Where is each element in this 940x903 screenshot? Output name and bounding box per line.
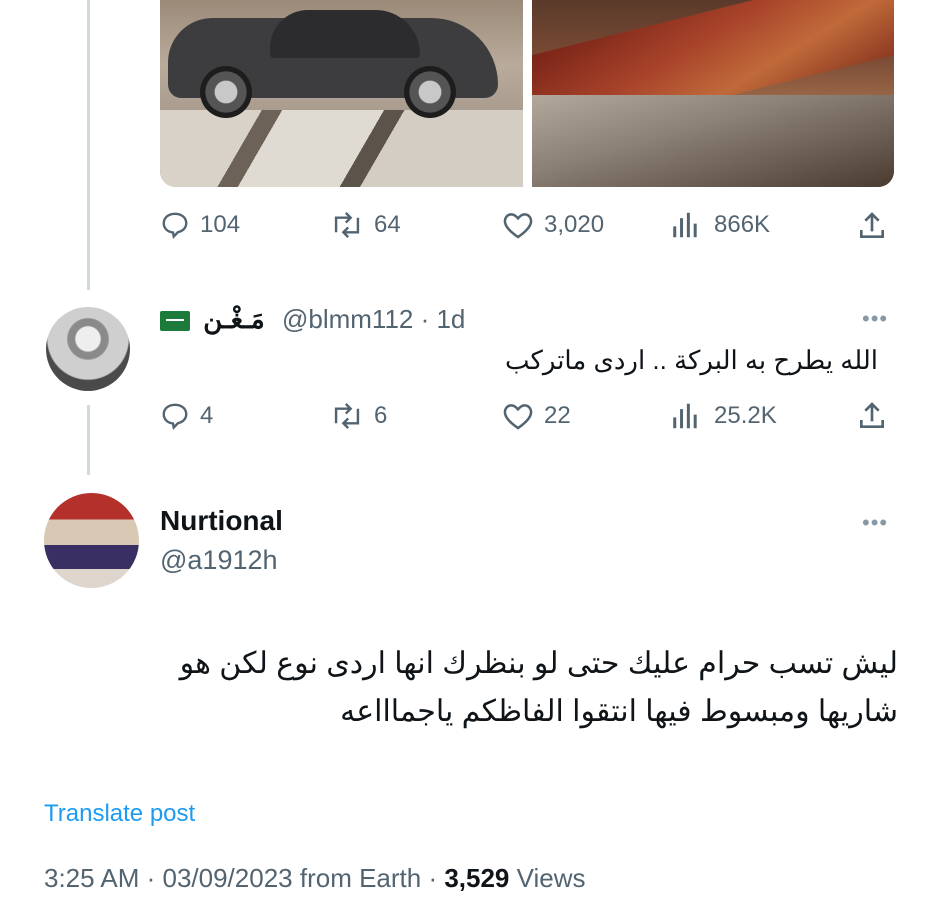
post-text-line-2: شاريها ومبسوط فيها انتقوا الفاظكم ياجماا… [340,695,898,728]
counter-shape [532,95,894,187]
post-metadata: 3:25 AM · 03/09/2023 from Earth · 3,529 … [44,863,586,894]
views-button[interactable]: 866K [670,210,770,240]
like-count: 3,020 [544,211,605,238]
avatar[interactable] [46,307,130,391]
reply-share-button[interactable] [856,400,888,432]
media-image-buffet[interactable] [532,0,894,187]
reply-repost-button[interactable]: 6 [330,401,387,431]
reply-header: مَـغْـن @blmm112 · 1d [160,304,465,335]
floor-shape [160,110,523,187]
main-display-name[interactable]: Nurtional [160,505,283,537]
reply-text: الله يطرح به البركة .. اردى ماتركب [504,345,878,375]
views-icon [673,403,697,429]
repost-count: 6 [374,402,388,429]
post-text-line-1: ليش تسب حرام عليك حتى لو بنظرك انها اردى… [179,647,898,680]
repost-count: 64 [374,211,401,238]
repost-icon [334,211,360,239]
repost-icon [334,402,360,430]
translate-link[interactable]: Translate post [44,800,195,828]
more-icon[interactable]: ••• [862,510,888,536]
reply-count: 104 [200,211,241,238]
share-button[interactable] [856,210,888,242]
avatar-main[interactable] [44,493,139,588]
like-icon [503,213,533,239]
wheel-rear [404,66,456,118]
media-image-car[interactable] [160,0,523,187]
post-text: ليش تسب حرام عليك حتى لو بنظرك انها اردى… [38,640,898,736]
reply-display-name[interactable]: مَـغْـن [203,304,265,334]
reply-reply-button[interactable]: 4 [160,401,213,431]
reply-icon [162,403,188,430]
reply-button[interactable]: 104 [160,210,240,240]
views-count: 866K [714,211,771,238]
views-count: 25.2K [714,402,777,429]
like-button[interactable]: 3,020 [502,210,604,240]
reply-count: 4 [200,402,214,429]
car-roof-shape [270,10,420,58]
main-handle[interactable]: @a1912h [160,545,278,576]
timestamp[interactable]: 3:25 AM · 03/09/2023 from Earth · [44,863,444,893]
reply-handle-time[interactable]: @blmm112 · 1d [282,304,465,334]
like-count: 22 [544,402,571,429]
repost-button[interactable]: 64 [330,210,401,240]
flag-icon [160,311,190,332]
wheel-front [200,66,252,118]
share-icon [860,212,884,238]
reply-views-button[interactable]: 25.2K [670,401,777,431]
thread-line-mid [87,405,90,475]
like-icon [503,404,533,430]
share-icon [860,402,884,428]
more-icon[interactable]: ••• [862,306,888,332]
reply-like-button[interactable]: 22 [502,401,571,431]
views-label: Views [509,863,586,893]
reply-icon [162,212,188,239]
thread-line-top [87,0,90,290]
views-icon [673,212,697,238]
views-total: 3,529 [444,863,510,893]
